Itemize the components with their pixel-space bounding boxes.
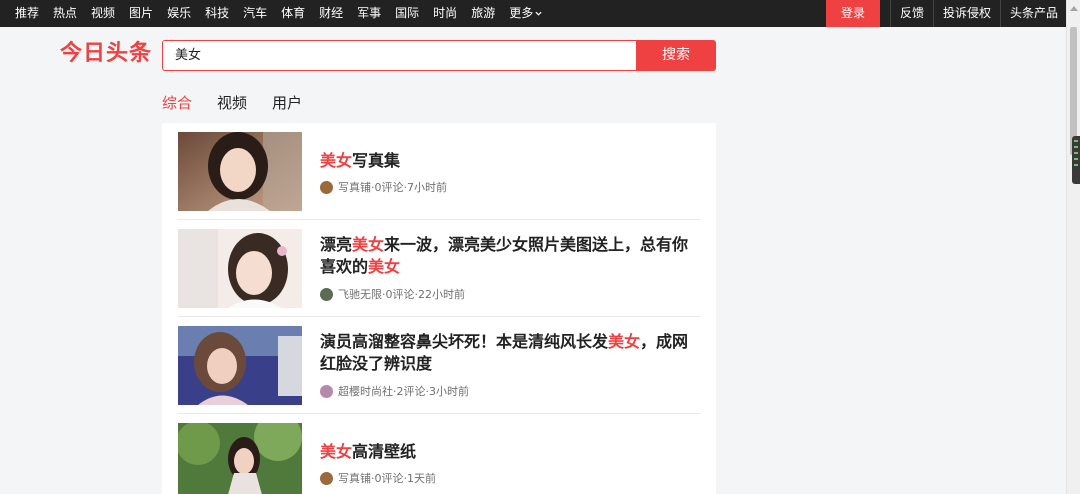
title-text: 演员高溜整容鼻尖坏死！本是清纯风长发	[320, 332, 609, 351]
nav-item-world[interactable]: 国际	[388, 0, 426, 27]
tab-video[interactable]: 视频	[217, 93, 247, 113]
feedback-link[interactable]: 反馈	[891, 0, 933, 27]
author-name[interactable]: 超樱时尚社	[338, 383, 393, 399]
nav-item-travel[interactable]: 旅游	[464, 0, 502, 27]
nav-item-tech[interactable]: 科技	[198, 0, 236, 27]
title-highlight: 美女	[352, 235, 385, 254]
result-meta: 写真铺 · 0评论 · 1天前	[320, 470, 436, 486]
title-text: 写真集	[352, 151, 401, 170]
search-input[interactable]	[163, 41, 627, 70]
comment-count: 2评论	[396, 385, 426, 398]
result-thumbnail[interactable]	[178, 229, 302, 308]
products-link[interactable]: 头条产品	[1001, 0, 1067, 27]
nav-item-fashion[interactable]: 时尚	[426, 0, 464, 27]
title-highlight: 美女	[320, 151, 353, 170]
author-name[interactable]: 飞驰无限	[338, 286, 382, 302]
result-thumbnail[interactable]	[178, 132, 302, 211]
nav-item-sports[interactable]: 体育	[274, 0, 312, 27]
search-results: 美女写真集 写真铺 · 0评论 · 7小时前 漂亮美女来一波，漂亮美少女照片美图…	[162, 123, 716, 494]
nav-item-hot[interactable]: 热点	[46, 0, 84, 27]
result-item[interactable]: 美女高清壁纸 写真铺 · 0评论 · 1天前	[178, 414, 700, 494]
publish-time: 7小时前	[407, 181, 447, 194]
nav-more-label: 更多	[509, 6, 534, 20]
chevron-down-icon	[535, 11, 542, 16]
nav-item-auto[interactable]: 汽车	[236, 0, 274, 27]
author-name[interactable]: 写真铺	[338, 179, 371, 195]
result-tabs: 综合 视频 用户	[162, 93, 327, 113]
result-title[interactable]: 漂亮美女来一波，漂亮美少女照片美图送上，总有你喜欢的美女	[320, 234, 702, 278]
nav-item-finance[interactable]: 财经	[312, 0, 350, 27]
publish-time: 3小时前	[429, 385, 469, 398]
login-button[interactable]: 登录	[825, 0, 880, 27]
publish-time: 22小时前	[418, 288, 465, 301]
toutiao-logo[interactable]: 今日头条	[60, 40, 152, 68]
avatar[interactable]	[320, 180, 333, 194]
title-highlight: 美女	[608, 332, 641, 351]
result-meta: 超樱时尚社 · 2评论 · 3小时前	[320, 383, 469, 399]
top-nav-bar: 推荐 热点 视频 图片 娱乐 科技 汽车 体育 财经 军事 国际 时尚 旅游 更…	[0, 0, 1067, 27]
result-meta: 飞驰无限 · 0评论 · 22小时前	[320, 286, 465, 302]
result-title[interactable]: 美女高清壁纸	[320, 441, 702, 463]
result-title[interactable]: 演员高溜整容鼻尖坏死！本是清纯风长发美女，成网红脸没了辨识度	[320, 331, 702, 375]
title-text: 漂亮	[320, 235, 353, 254]
author-name[interactable]: 写真铺	[338, 470, 371, 486]
publish-time: 1天前	[407, 472, 436, 485]
result-item[interactable]: 美女写真集 写真铺 · 0评论 · 7小时前	[178, 123, 700, 220]
search-box	[162, 40, 636, 71]
page-scrollbar[interactable]	[1066, 0, 1080, 494]
result-thumbnail[interactable]	[178, 326, 302, 405]
channel-nav: 推荐 热点 视频 图片 娱乐 科技 汽车 体育 财经 军事 国际 时尚 旅游 更…	[8, 0, 549, 27]
avatar[interactable]	[320, 287, 333, 301]
result-item[interactable]: 漂亮美女来一波，漂亮美少女照片美图送上，总有你喜欢的美女 飞驰无限 · 0评论 …	[178, 220, 700, 317]
nav-item-more[interactable]: 更多	[502, 0, 549, 27]
side-panel-handle[interactable]	[1072, 136, 1080, 184]
comment-count: 0评论	[385, 288, 415, 301]
tab-all[interactable]: 综合	[162, 93, 192, 113]
complaint-link[interactable]: 投诉侵权	[934, 0, 1000, 27]
result-item[interactable]: 演员高溜整容鼻尖坏死！本是清纯风长发美女，成网红脸没了辨识度 超樱时尚社 · 2…	[178, 317, 700, 414]
tab-users[interactable]: 用户	[272, 93, 302, 113]
result-title[interactable]: 美女写真集	[320, 150, 702, 172]
comment-count: 0评论	[374, 472, 404, 485]
title-highlight: 美女	[368, 257, 401, 276]
comment-count: 0评论	[374, 181, 404, 194]
nav-item-entertainment[interactable]: 娱乐	[160, 0, 198, 27]
title-text: 高清壁纸	[352, 442, 417, 461]
nav-item-images[interactable]: 图片	[122, 0, 160, 27]
search-button[interactable]: 搜索	[636, 40, 716, 71]
title-highlight: 美女	[320, 442, 353, 461]
nav-item-video[interactable]: 视频	[84, 0, 122, 27]
result-thumbnail[interactable]	[178, 423, 302, 494]
avatar[interactable]	[320, 471, 333, 485]
result-meta: 写真铺 · 0评论 · 7小时前	[320, 179, 447, 195]
nav-item-military[interactable]: 军事	[350, 0, 388, 27]
scroll-up-arrow-icon[interactable]	[1070, 6, 1078, 11]
nav-item-recommend[interactable]: 推荐	[8, 0, 46, 27]
avatar[interactable]	[320, 384, 333, 398]
top-right-links: 登录 反馈 投诉侵权 头条产品	[825, 0, 1067, 27]
